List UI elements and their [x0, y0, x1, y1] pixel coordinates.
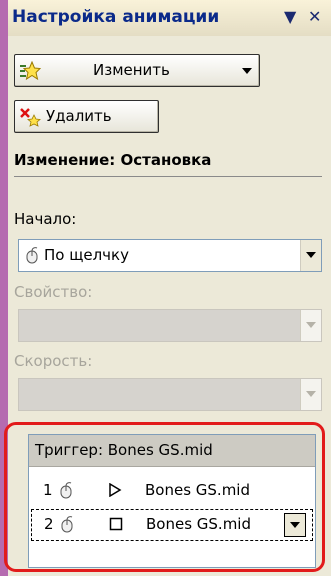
- pane-titlebar: Настройка анимации ▼ ✕: [8, 0, 331, 36]
- speed-select-dropdown: [300, 379, 321, 410]
- property-label: Свойство:: [14, 283, 93, 301]
- chevron-down-icon: [306, 322, 316, 328]
- modify-section-heading: Изменение: Остановка: [14, 151, 212, 169]
- chevron-down-icon: [306, 252, 316, 258]
- start-label: Начало:: [14, 210, 77, 228]
- chevron-down-icon: [242, 68, 252, 74]
- delete-icon: [20, 108, 41, 127]
- property-select-dropdown: [300, 310, 321, 341]
- start-select-value: По щелчку: [44, 246, 129, 264]
- change-button-label: Изменить: [93, 61, 170, 79]
- chevron-down-icon: [306, 391, 316, 397]
- close-icon[interactable]: ✕: [308, 7, 321, 26]
- star-icon: [20, 61, 41, 81]
- start-select[interactable]: По щелчку: [18, 239, 322, 272]
- speed-label: Скорость:: [14, 352, 93, 370]
- speed-select: [18, 378, 322, 411]
- change-effect-button[interactable]: Изменить: [14, 54, 260, 87]
- highlight-annotation-ring: [4, 422, 325, 572]
- pane-menu-icon[interactable]: ▼: [284, 7, 296, 26]
- mouse-click-icon: [26, 247, 38, 264]
- start-select-dropdown[interactable]: [300, 240, 321, 271]
- delete-button-label: Удалить: [46, 107, 112, 125]
- delete-effect-button[interactable]: Удалить: [14, 100, 159, 133]
- property-select: [18, 309, 322, 342]
- section-divider: [14, 176, 322, 177]
- pane-title: Настройка анимации: [12, 7, 220, 27]
